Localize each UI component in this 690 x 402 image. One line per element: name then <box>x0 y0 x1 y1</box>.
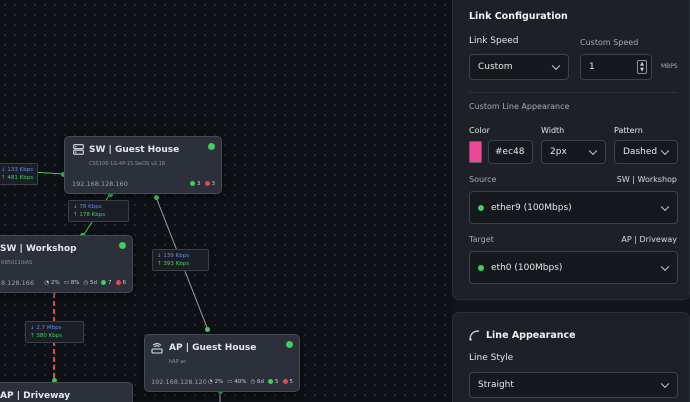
link-handle[interactable] <box>205 327 210 332</box>
node-title: SW | Guest House <box>89 145 180 155</box>
rate-down: ↓ 139 Kbps <box>157 253 190 259</box>
node-model: hAP ac <box>169 359 187 365</box>
rate-up: ↑ 380 Kbps <box>30 333 63 339</box>
link-speed-label: Link Speed <box>469 36 519 46</box>
source-interface-select[interactable]: ether9 (100Mbps) <box>469 191 678 224</box>
mem-stat: ▭ 8% <box>63 280 80 286</box>
rate-down: ↓ 2.7 Mbps <box>30 325 62 331</box>
node-title: SW | Workshop <box>0 244 77 254</box>
input-value: 1 <box>589 62 595 72</box>
node-title: AP | Driveway <box>0 391 71 401</box>
app-root: ↓ 133 Kbps ↑ 481 Kbps ↓ 78 Kbps ↑ 178 Kb… <box>0 0 690 402</box>
target-label: Target <box>469 235 494 244</box>
link-configuration-card: Link Configuration Link Speed Custom Cus… <box>452 0 690 300</box>
node-resource-stats: ◔ 2% ▭ 40% ◷ 6d 5 5 <box>208 379 293 385</box>
properties-panel: Link Configuration Link Speed Custom Cus… <box>452 0 690 402</box>
node-sw-workshop[interactable]: SW | Workshop RB5011UiAS 8.128.166 ◔ 2% … <box>0 235 133 293</box>
switch-icon <box>73 144 84 155</box>
node-model: CSS106-1G-4P-1S SwOS v2.18 <box>89 161 165 167</box>
rate-up: ↑ 178 Kbps <box>73 212 106 218</box>
custom-speed-input[interactable]: 1 ▲ ▼ <box>580 54 652 80</box>
color-label: Color <box>469 126 490 135</box>
ports-down: 3 <box>204 181 215 187</box>
status-online-dot <box>119 242 126 249</box>
selected-value: eth0 (100Mbps) <box>491 262 563 273</box>
custom-speed-unit: MBPS <box>661 63 678 70</box>
input-value: #ec48 <box>495 147 525 157</box>
node-sw-guest-house[interactable]: SW | Guest House CSS106-1G-4P-1S SwOS v2… <box>64 136 222 194</box>
node-ap-driveway[interactable]: AP | Driveway <box>0 382 133 402</box>
chevron-down-icon <box>660 202 670 211</box>
line-style-select[interactable]: Straight <box>469 372 678 398</box>
mem-stat: ▭ 40% <box>227 379 247 385</box>
link-handle[interactable] <box>154 195 159 200</box>
ports-down: 6 <box>115 280 126 286</box>
node-model: RB5011UiAS <box>1 260 33 266</box>
chevron-down-icon <box>551 61 561 71</box>
ports-up: 7 <box>101 280 112 286</box>
uptime-stat: ◷ 6d <box>250 379 264 385</box>
chevron-down-icon <box>660 146 670 156</box>
selected-value: 2px <box>550 147 567 157</box>
rate-up: ↑ 393 Kbps <box>157 261 190 267</box>
pattern-label: Pattern <box>614 126 643 135</box>
access-point-icon <box>151 343 163 354</box>
line-appearance-card: Line Appearance Line Style Straight <box>452 312 690 402</box>
status-online-dot <box>478 204 484 211</box>
width-label: Width <box>541 126 565 135</box>
network-canvas[interactable]: ↓ 133 Kbps ↑ 481 Kbps ↓ 78 Kbps ↑ 178 Kb… <box>0 0 452 402</box>
source-label: Source <box>469 175 497 184</box>
section-heading: Link Configuration <box>469 11 568 22</box>
selected-value: ether9 (100Mbps) <box>491 202 572 213</box>
rate-box-left: ↓ 133 Kbps ↑ 481 Kbps <box>0 163 39 185</box>
cpu-stat: ◔ 2% <box>207 379 224 385</box>
line-style-label: Line Style <box>469 353 514 363</box>
pattern-select[interactable]: Dashed <box>614 140 678 164</box>
rate-down: ↓ 78 Kbps <box>73 204 102 210</box>
selected-value: Dashed <box>623 147 658 157</box>
node-ip: 192.168.128.160 <box>72 180 128 188</box>
divider <box>469 92 677 93</box>
node-resource-stats: ◔ 2% ▭ 8% ◷ 5d 7 6 <box>44 280 126 286</box>
rate-up: ↑ 481 Kbps <box>1 175 34 181</box>
chevron-down-icon <box>588 146 598 156</box>
stepper-icon[interactable]: ▲ ▼ <box>637 60 647 74</box>
node-port-stats: 3 3 <box>190 181 215 187</box>
status-online-dot <box>286 341 293 348</box>
status-online-dot <box>478 264 484 271</box>
target-interface-select[interactable]: eth0 (100Mbps) <box>469 251 678 284</box>
target-device-name: AP | Driveway <box>621 235 677 244</box>
line-curve-icon <box>469 330 480 341</box>
rate-box-guest-workshop: ↓ 78 Kbps ↑ 178 Kbps <box>68 200 129 222</box>
color-hex-input[interactable]: #ec48 <box>488 140 533 164</box>
ports-up: 3 <box>190 181 201 187</box>
width-select[interactable]: 2px <box>541 140 606 164</box>
node-ap-guest-house[interactable]: AP | Guest House hAP ac 192.168.128.120 … <box>144 334 300 392</box>
selected-value: Straight <box>478 380 514 390</box>
custom-speed-label: Custom Speed <box>580 38 639 47</box>
color-swatch[interactable] <box>469 141 482 163</box>
rate-box-workshop-driveway: ↓ 2.7 Mbps ↑ 380 Kbps <box>25 321 84 343</box>
node-ip: 8.128.166 <box>1 279 35 287</box>
ports-up: 5 <box>268 379 279 385</box>
chevron-down-icon <box>660 262 670 271</box>
source-device-name: SW | Workshop <box>616 175 677 184</box>
node-title: AP | Guest House <box>169 343 257 353</box>
rate-down: ↓ 133 Kbps <box>1 167 34 173</box>
cpu-stat: ◔ 2% <box>44 280 60 286</box>
rate-box-guest-ap: ↓ 139 Kbps ↑ 393 Kbps <box>152 249 209 271</box>
uptime-stat: ◷ 5d <box>83 280 97 286</box>
ports-down: 5 <box>282 379 293 385</box>
chevron-down-icon <box>660 379 670 389</box>
custom-line-appearance-label: Custom Line Appearance <box>469 102 570 111</box>
status-online-dot <box>208 143 215 150</box>
section-heading: Line Appearance <box>486 330 576 341</box>
selected-value: Custom <box>478 62 513 72</box>
node-ip: 192.168.128.120 <box>151 378 207 386</box>
link-speed-select[interactable]: Custom <box>469 54 569 80</box>
